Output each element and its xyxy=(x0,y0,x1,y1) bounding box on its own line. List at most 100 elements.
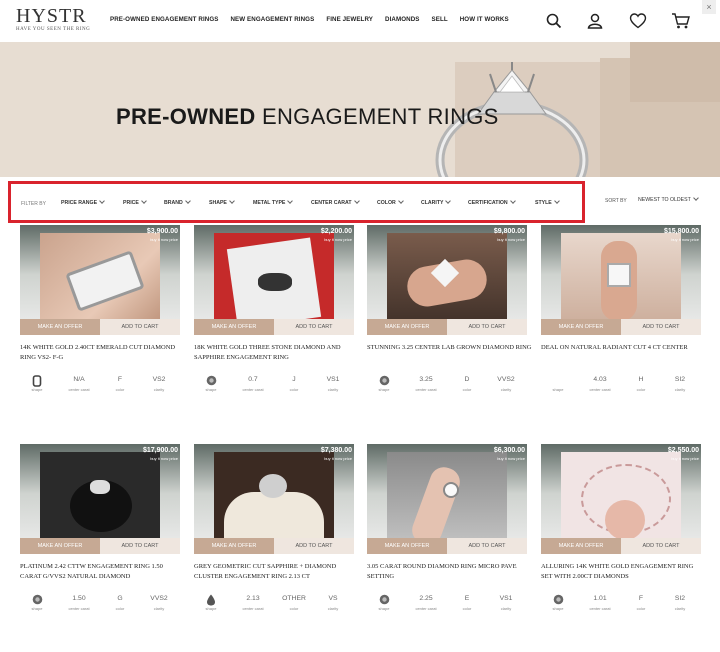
card-actions: MAKE AN OFFER ADD TO CART xyxy=(367,319,527,335)
make-offer-button[interactable]: MAKE AN OFFER xyxy=(20,319,100,335)
make-offer-button[interactable]: MAKE AN OFFER xyxy=(541,538,621,554)
make-offer-button[interactable]: MAKE AN OFFER xyxy=(367,538,447,554)
product-specs: shape 4.03 center carat Hcolor SI2 clarity xyxy=(541,375,701,399)
product-image-area[interactable]: $2,550.00 buy it now price MAKE AN OFFER AD… xyxy=(541,444,701,554)
filter-price-range[interactable]: PRICE RANGE xyxy=(61,198,105,206)
spec-shape: shape xyxy=(541,375,575,392)
product-title[interactable]: STUNNING 3.25 CENTER LAB GROWN DIAMOND R… xyxy=(367,343,532,353)
spec-label: center carat xyxy=(68,387,90,392)
add-to-cart-button[interactable]: ADD TO CART xyxy=(447,538,527,554)
product-image-area[interactable]: $6,300.00 buy it now price MAKE AN OFFER AD… xyxy=(367,444,527,554)
none-shape-icon xyxy=(541,375,575,385)
nav-fine-jewelry[interactable]: FINE JEWELRY xyxy=(326,16,373,23)
product-title[interactable]: DEAL ON NATURAL RADIANT CUT 4 CT CENTER xyxy=(541,343,706,353)
spec-shape: shape xyxy=(20,594,54,611)
product-title[interactable]: 14K WHITE GOLD 2.40CT EMERALD CUT DIAMON… xyxy=(20,343,185,362)
search-icon[interactable] xyxy=(545,12,563,30)
add-to-cart-button[interactable]: ADD TO CART xyxy=(274,538,354,554)
spec-label: shape xyxy=(31,606,43,611)
filter-brand[interactable]: BRAND xyxy=(164,198,191,206)
spec-label: color xyxy=(462,387,472,392)
spec-label: shape xyxy=(552,387,564,392)
site-logo[interactable]: HYSTR HAVE YOU SEEN THE RING xyxy=(16,6,91,32)
account-icon[interactable] xyxy=(586,12,604,30)
product-title[interactable]: ALLURING 14K WHITE GOLD ENGAGEMENT RING … xyxy=(541,562,706,581)
spec-center-carat: 1.50 center carat xyxy=(62,594,96,611)
add-to-cart-button[interactable]: ADD TO CART xyxy=(100,319,180,335)
spec-label: center carat xyxy=(589,606,611,611)
card-actions: MAKE AN OFFER ADD TO CART xyxy=(541,319,701,335)
product-image-area[interactable]: $2,200.00 buy it now price MAKE AN OFFER AD… xyxy=(194,225,354,335)
sort-select[interactable]: NEWEST TO OLDEST xyxy=(638,195,699,203)
product-image-area[interactable]: $17,900.00 buy it now price MAKE AN OFFER A… xyxy=(20,444,180,554)
nav-new-rings[interactable]: NEW ENGAGEMENT RINGS xyxy=(230,16,314,23)
product-price: $2,200.00 xyxy=(320,228,352,235)
spec-shape: shape xyxy=(367,375,401,392)
product-image-area[interactable]: $7,380.00 buy it now price MAKE AN OFFER AD… xyxy=(194,444,354,554)
filter-color[interactable]: COLOR xyxy=(377,198,404,206)
product-image-area[interactable]: $3,900.00 buy it now price MAKE AN OFFER AD… xyxy=(20,225,180,335)
product-price: $6,300.00 xyxy=(493,447,525,454)
cart-icon[interactable] xyxy=(671,12,691,30)
product-image-area[interactable]: $15,800.00 buy it now price MAKE AN OFFER A… xyxy=(541,225,701,335)
filter-style[interactable]: STYLE xyxy=(535,198,560,206)
filter-price[interactable]: PRICE xyxy=(123,198,147,206)
product-price: $15,800.00 xyxy=(663,228,699,235)
spec-label: shape xyxy=(205,606,217,611)
hero-backdrop xyxy=(630,42,720,102)
add-to-cart-button[interactable]: ADD TO CART xyxy=(447,319,527,335)
make-offer-button[interactable]: MAKE AN OFFER xyxy=(20,538,100,554)
product-title[interactable]: PLATINUM 2.42 CTTW ENGAGEMENT RING 1.50 … xyxy=(20,562,185,581)
close-icon[interactable]: × xyxy=(702,0,716,14)
spec-value: 0.7 xyxy=(248,376,258,383)
nav-sell[interactable]: SELL xyxy=(432,16,448,23)
buy-now-label: buy it now price xyxy=(150,237,178,242)
make-offer-button[interactable]: MAKE AN OFFER xyxy=(367,319,447,335)
chevron-down-icon xyxy=(287,198,294,204)
spec-label: clarity xyxy=(153,387,165,392)
product-title[interactable]: 18K WHITE GOLD THREE STONE DIAMOND AND S… xyxy=(194,343,359,362)
wishlist-heart-icon[interactable] xyxy=(629,12,647,30)
card-actions: MAKE AN OFFER ADD TO CART xyxy=(20,538,180,554)
chevron-down-icon xyxy=(397,198,404,204)
make-offer-button[interactable]: MAKE AN OFFER xyxy=(194,538,274,554)
round-shape-icon xyxy=(367,594,401,605)
buy-now-label: buy it now price xyxy=(497,456,525,461)
spec-shape: shape xyxy=(367,594,401,611)
spec-label: clarity xyxy=(327,387,339,392)
product-title[interactable]: GREY GEOMETRIC CUT SAPPHIRE + DIAMOND CL… xyxy=(194,562,359,581)
filter-certification[interactable]: CERTIFICATION xyxy=(468,198,516,206)
buy-now-label: buy it now price xyxy=(324,456,352,461)
spec-label: clarity xyxy=(327,606,339,611)
spec-label: clarity xyxy=(674,606,686,611)
chevron-down-icon xyxy=(229,198,235,204)
logo-text: HYSTR xyxy=(16,5,87,27)
spec-clarity: VS clarity xyxy=(316,594,350,611)
add-to-cart-button[interactable]: ADD TO CART xyxy=(274,319,354,335)
filter-label: BRAND xyxy=(164,200,183,206)
product-image-area[interactable]: $9,800.00 buy it now price MAKE AN OFFER AD… xyxy=(367,225,527,335)
round-shape-icon xyxy=(194,375,228,386)
spec-label: center carat xyxy=(242,606,264,611)
nav-pre-owned-rings[interactable]: PRE-OWNED ENGAGEMENT RINGS xyxy=(110,16,218,23)
product-specs: shape 2.25 center carat Ecolor VS1 clarity xyxy=(367,594,527,618)
make-offer-button[interactable]: MAKE AN OFFER xyxy=(541,319,621,335)
product-title[interactable]: 3.05 CARAT ROUND DIAMOND RING MICRO PAVE… xyxy=(367,562,532,581)
nav-diamonds[interactable]: DIAMONDS xyxy=(385,16,420,23)
filter-metal-type[interactable]: METAL TYPE xyxy=(253,198,294,206)
chevron-down-icon xyxy=(692,195,699,201)
spec-label: center carat xyxy=(242,387,264,392)
filter-shape[interactable]: SHAPE xyxy=(209,198,235,206)
add-to-cart-button[interactable]: ADD TO CART xyxy=(621,538,701,554)
spec-shape: shape xyxy=(194,375,228,392)
make-offer-button[interactable]: MAKE AN OFFER xyxy=(194,319,274,335)
add-to-cart-button[interactable]: ADD TO CART xyxy=(621,319,701,335)
spec-label: clarity xyxy=(153,606,165,611)
chevron-down-icon xyxy=(353,198,360,204)
product-specs: shape N/A center carat Fcolor VS2 clarity xyxy=(20,375,180,399)
add-to-cart-button[interactable]: ADD TO CART xyxy=(100,538,180,554)
spec-label: shape xyxy=(378,387,390,392)
filter-clarity[interactable]: CLARITY xyxy=(421,198,452,206)
filter-center-carat[interactable]: CENTER CARAT xyxy=(311,198,360,206)
nav-how-it-works[interactable]: HOW IT WORKS xyxy=(460,16,509,23)
